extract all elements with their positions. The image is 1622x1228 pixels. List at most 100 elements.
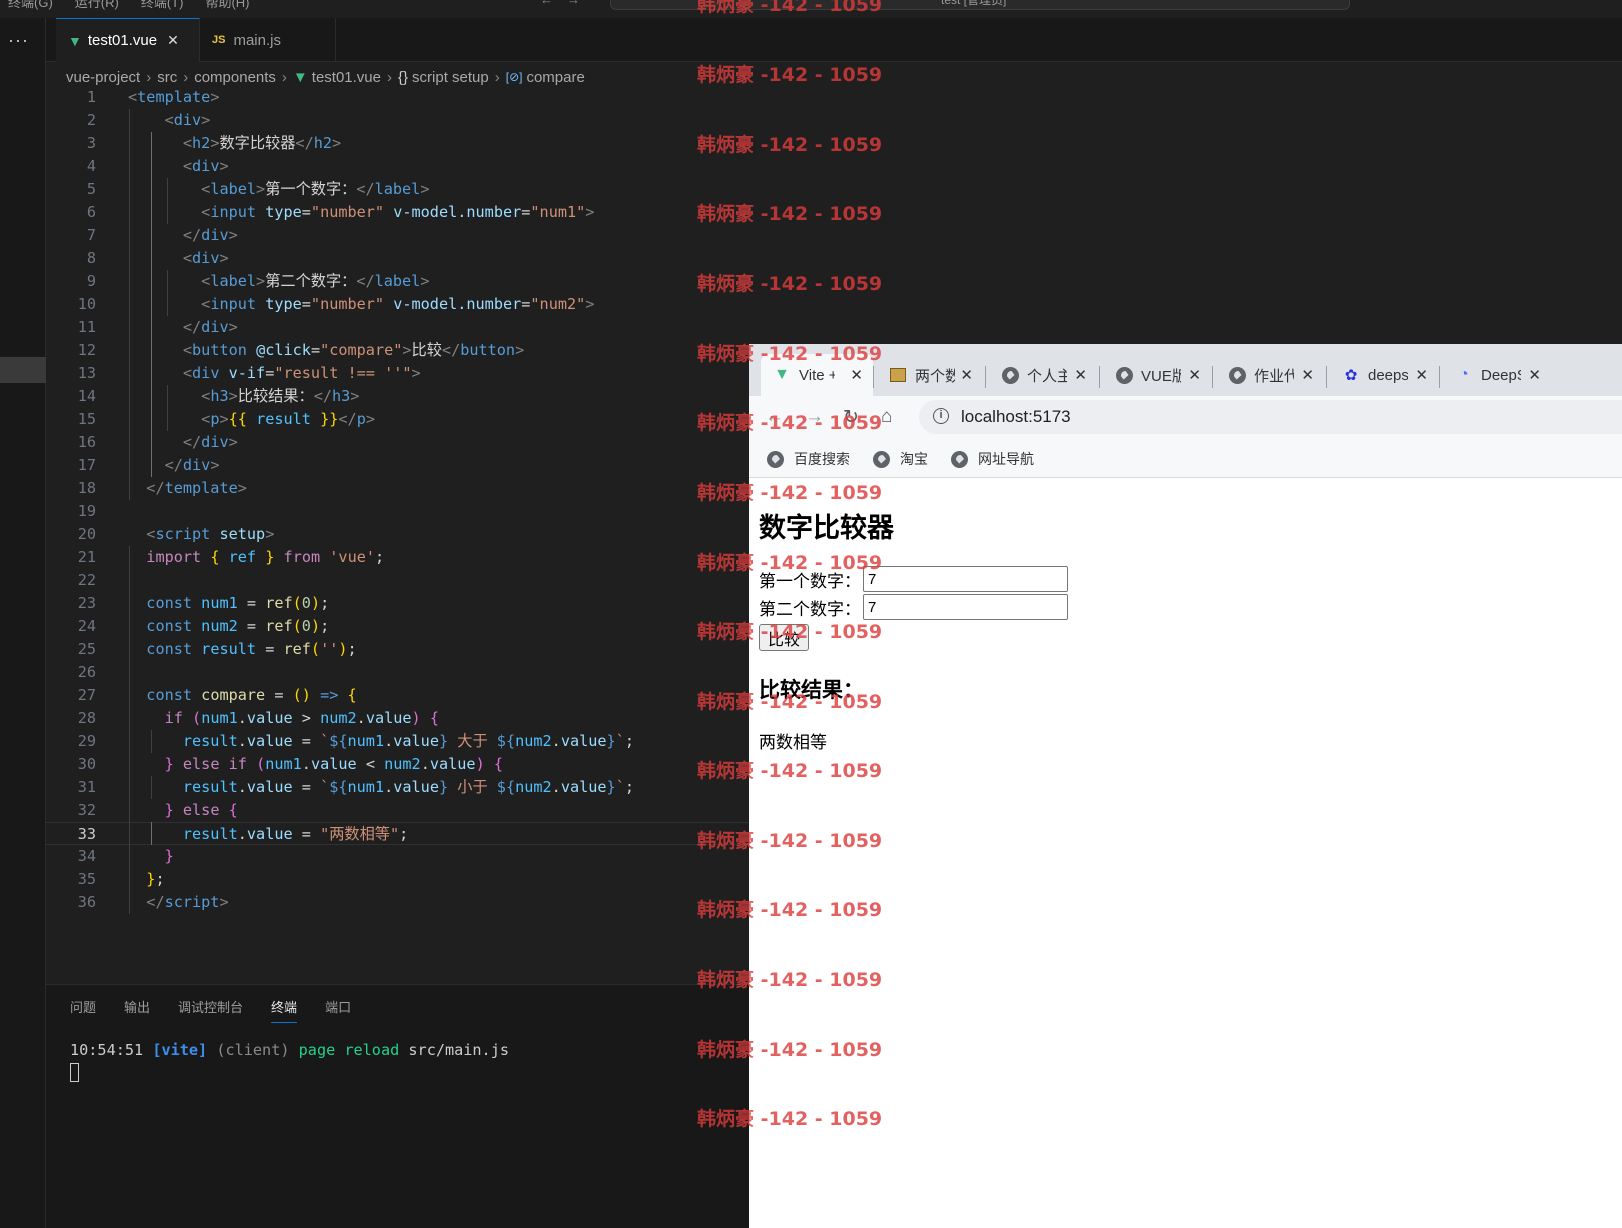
code-line[interactable]: 18 </template>	[46, 477, 796, 500]
code-line[interactable]: 8 <div>	[46, 247, 796, 270]
code-line[interactable]: 36 </script>	[46, 891, 796, 914]
code-text[interactable]: <input type="number" v-model.number="num…	[128, 293, 594, 316]
bookmark-item[interactable]: 百度搜索	[767, 449, 850, 469]
line-number[interactable]: 34	[46, 845, 96, 868]
line-number[interactable]: 17	[46, 454, 96, 477]
close-icon[interactable]: ✕	[1415, 366, 1428, 384]
code-text[interactable]: </div>	[128, 431, 238, 454]
line-number[interactable]: 19	[46, 500, 96, 523]
nav-arrows-icon[interactable]: ←→	[540, 0, 594, 7]
browser-tab[interactable]: ✿ deepseek ✕	[1330, 354, 1438, 396]
site-info-icon[interactable]: i	[933, 408, 949, 424]
code-text[interactable]: </script>	[128, 891, 228, 914]
url-text[interactable]: localhost:5173	[961, 407, 1071, 427]
bookmark-item[interactable]: 网址导航	[951, 449, 1034, 469]
close-icon[interactable]: ✕	[850, 366, 863, 384]
panel-tab[interactable]: 问题	[70, 997, 96, 1023]
back-icon[interactable]: ←	[765, 406, 784, 428]
line-number[interactable]: 10	[46, 293, 96, 316]
line-number[interactable]: 14	[46, 385, 96, 408]
code-text[interactable]: <h3>比较结果：</h3>	[128, 385, 359, 408]
reload-icon[interactable]: ↻	[843, 406, 859, 429]
breadcrumb-item[interactable]: test01.vue	[312, 69, 381, 86]
line-number[interactable]: 23	[46, 592, 96, 615]
code-line[interactable]: 27 const compare = () => {	[46, 684, 796, 707]
code-text[interactable]: } else if (num1.value < num2.value) {	[128, 753, 503, 776]
code-text[interactable]: </div>	[128, 454, 220, 477]
breadcrumb-item[interactable]: src	[157, 69, 177, 86]
line-number[interactable]: 7	[46, 224, 96, 247]
breadcrumb-item[interactable]: compare	[526, 69, 584, 86]
code-editor[interactable]: 1 <template> 2 <div> 3 <h2>数字比较器</h2> 4 <div…	[46, 86, 796, 986]
code-line[interactable]: 19	[46, 500, 796, 523]
panel-tab[interactable]: 终端	[271, 997, 298, 1023]
line-number[interactable]: 13	[46, 362, 96, 385]
code-text[interactable]: </div>	[128, 224, 238, 247]
code-text[interactable]: result.value = `${num1.value} 小于 ${num2.…	[128, 776, 634, 799]
code-line[interactable]: 25 const result = ref('');	[46, 638, 796, 661]
panel-tab[interactable]: 输出	[124, 997, 150, 1023]
code-line[interactable]: 26	[46, 661, 796, 684]
more-icon[interactable]: ···	[8, 30, 29, 51]
compare-button[interactable]: 比较	[759, 624, 809, 651]
line-number[interactable]: 2	[46, 109, 96, 132]
code-text[interactable]: <label>第二个数字：</label>	[128, 270, 429, 293]
code-line[interactable]: 23 const num1 = ref(0);	[46, 592, 796, 615]
code-text[interactable]: result.value = `${num1.value} 大于 ${num2.…	[128, 730, 634, 753]
code-line[interactable]: 3 <h2>数字比较器</h2>	[46, 132, 796, 155]
line-number[interactable]: 1	[46, 86, 96, 109]
code-text[interactable]: const num2 = ref(0);	[128, 615, 329, 638]
code-text[interactable]: result.value = "两数相等";	[128, 823, 408, 846]
line-number[interactable]: 12	[46, 339, 96, 362]
menu-item[interactable]: 帮助(H)	[205, 0, 249, 11]
command-center[interactable]: test [管理员]	[610, 0, 1350, 10]
menu-item[interactable]: 终端(T)	[141, 0, 184, 11]
code-line[interactable]: 31 result.value = `${num1.value} 小于 ${nu…	[46, 776, 796, 799]
line-number[interactable]: 25	[46, 638, 96, 661]
code-text[interactable]: <h2>数字比较器</h2>	[128, 132, 341, 155]
code-line[interactable]: 7 </div>	[46, 224, 796, 247]
code-line[interactable]: 21 import { ref } from 'vue';	[46, 546, 796, 569]
terminal-output[interactable]: 10:54:51 [vite] (client) page reload src…	[70, 1039, 509, 1083]
code-text[interactable]: <div>	[128, 155, 229, 178]
code-line[interactable]: 28 if (num1.value > num2.value) {	[46, 707, 796, 730]
code-text[interactable]: const num1 = ref(0);	[128, 592, 329, 615]
tab-main-js[interactable]: JS main.js	[200, 18, 336, 62]
line-number[interactable]: 18	[46, 477, 96, 500]
line-number[interactable]: 9	[46, 270, 96, 293]
first-number-input[interactable]	[863, 566, 1068, 592]
code-text[interactable]: <label>第一个数字：</label>	[128, 178, 429, 201]
line-number[interactable]: 5	[46, 178, 96, 201]
menu-item[interactable]: 运行(R)	[75, 0, 119, 11]
code-line[interactable]: 15 <p>{{ result }}</p>	[46, 408, 796, 431]
breadcrumb-item[interactable]: vue-project	[66, 69, 140, 86]
browser-tab[interactable]: 作业代码 ✕	[1216, 354, 1324, 396]
panel-tab[interactable]: 端口	[325, 997, 351, 1023]
line-number[interactable]: 6	[46, 201, 96, 224]
close-icon[interactable]: ✕	[1074, 366, 1087, 384]
line-number[interactable]: 27	[46, 684, 96, 707]
breadcrumb-item[interactable]: script setup	[412, 69, 489, 86]
browser-tab[interactable]: ▼ Vite + Vue ✕	[761, 354, 873, 396]
code-line[interactable]: 10 <input type="number" v-model.number="…	[46, 293, 796, 316]
line-number[interactable]: 11	[46, 316, 96, 339]
code-text[interactable]: <div>	[128, 247, 229, 270]
close-icon[interactable]: ✕	[960, 366, 973, 384]
code-line[interactable]: 33 result.value = "两数相等";	[46, 822, 796, 845]
code-text[interactable]: <div v-if="result !== ''">	[128, 362, 421, 385]
code-text[interactable]: <input type="number" v-model.number="num…	[128, 201, 594, 224]
line-number[interactable]: 15	[46, 408, 96, 431]
code-text[interactable]: <template>	[128, 86, 219, 109]
code-line[interactable]: 22	[46, 569, 796, 592]
code-text[interactable]: if (num1.value > num2.value) {	[128, 707, 439, 730]
code-text[interactable]: <p>{{ result }}</p>	[128, 408, 375, 431]
second-number-input[interactable]	[863, 594, 1068, 620]
close-icon[interactable]: ✕	[1188, 366, 1201, 384]
line-number[interactable]: 22	[46, 569, 96, 592]
address-bar[interactable]: i localhost:5173	[919, 400, 1622, 434]
code-text[interactable]: };	[128, 868, 164, 891]
code-line[interactable]: 24 const num2 = ref(0);	[46, 615, 796, 638]
code-line[interactable]: 4 <div>	[46, 155, 796, 178]
line-number[interactable]: 29	[46, 730, 96, 753]
code-line[interactable]: 35 };	[46, 868, 796, 891]
